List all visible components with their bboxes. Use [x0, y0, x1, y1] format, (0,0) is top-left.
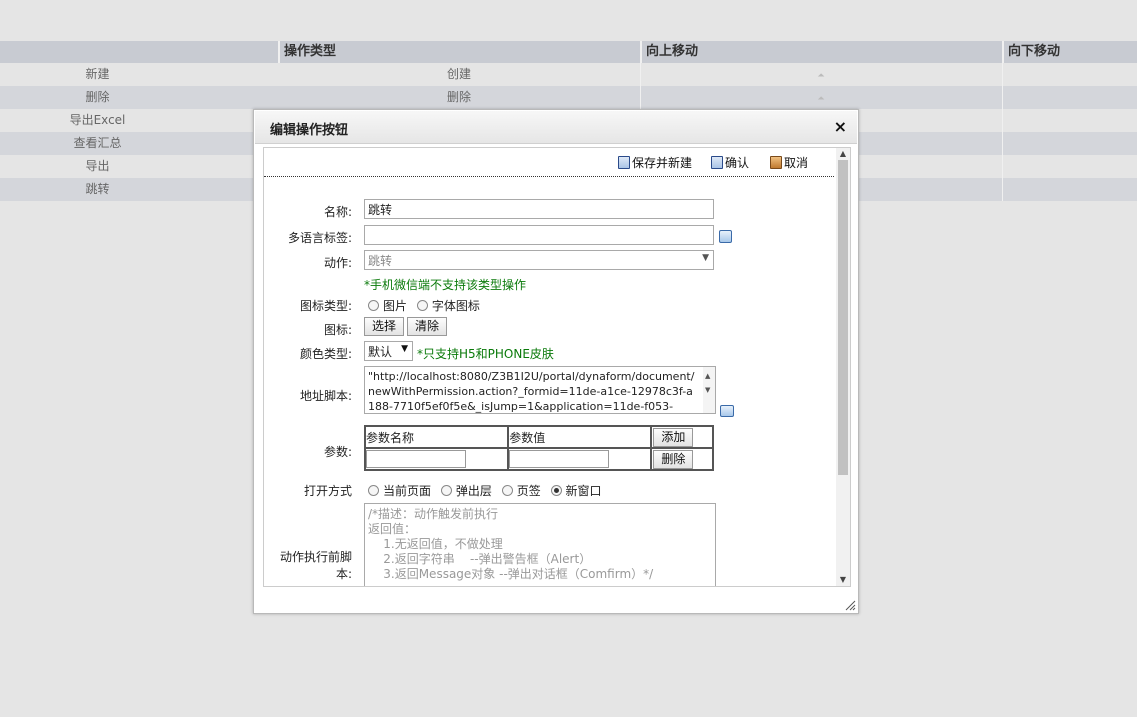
url-script-label: 地址脚本: [299, 389, 352, 403]
save-icon [618, 156, 630, 169]
textarea-scrollbar[interactable]: ▲ ▼ [703, 367, 715, 413]
header-move-up: 向上移动 [640, 41, 1002, 63]
open-current-radio[interactable] [368, 485, 379, 496]
row-type: 创建 [446, 67, 471, 81]
dialog-title: 编辑操作按钮 [270, 123, 349, 138]
code-editor-icon[interactable] [720, 405, 734, 417]
row-name: 查看汇总 [73, 136, 122, 150]
params-col-name: 参数名称 [363, 425, 510, 449]
save-and-new-button[interactable]: 保存并新建 [618, 154, 692, 172]
action-select[interactable]: 跳转 ▼ [364, 250, 714, 270]
chevron-down-icon: ▼ [702, 253, 709, 263]
scroll-up-icon[interactable]: ▲ [836, 148, 850, 160]
icon-type-font-radio[interactable] [416, 300, 428, 311]
close-icon[interactable]: × [834, 117, 847, 136]
params-col-value: 参数值 [507, 425, 653, 449]
edit-button-dialog: 编辑操作按钮 × 保存并新建 确认 取消 名称: 多语言标签: 动作: 跳转▼ … [253, 109, 859, 614]
open-tab-radio[interactable] [501, 485, 513, 496]
icon-label: 图标: [323, 323, 352, 337]
before-script-textarea[interactable]: /*描述：动作触发前执行 返回值： 1.无返回值，不做处理 2.返回字符串 --… [364, 503, 716, 586]
row-name: 新建 [85, 67, 110, 81]
open-mode-label: 打开方式 [303, 484, 352, 498]
before-script-label: 动作执行前脚本: [279, 550, 352, 581]
i18n-label: 多语言标签: [287, 231, 352, 245]
dialog-titlebar[interactable]: 编辑操作按钮 × [255, 111, 857, 144]
icon-select-button[interactable]: 选择 [364, 317, 404, 336]
save-icon [711, 156, 723, 169]
params-add-button[interactable]: 添加 [653, 427, 694, 447]
param-value-input[interactable] [509, 450, 610, 468]
resize-grip-icon[interactable] [844, 599, 856, 611]
cancel-button[interactable]: 取消 [770, 154, 808, 172]
color-note: *只支持H5和PHONE皮肤 [417, 347, 554, 361]
icon-type-image-radio[interactable] [368, 300, 379, 311]
dialog-content: 保存并新建 确认 取消 名称: 多语言标签: 动作: 跳转▼ *手机微信端不支持… [263, 147, 851, 587]
params-table: 参数名称 参数值 添加 删除 [363, 425, 714, 471]
name-label: 名称: [323, 205, 352, 219]
open-mode-radios: 当前页面 弹出层 页签 新窗口 [368, 482, 608, 499]
row-name: 导出Excel [69, 113, 126, 127]
params-delete-button[interactable]: 删除 [653, 449, 694, 469]
open-popup-radio[interactable] [440, 485, 452, 496]
header-operation-type: 操作类型 [278, 41, 640, 63]
multilang-picker-icon[interactable] [719, 230, 732, 243]
table-row[interactable]: 删除 删除 ⏶ [0, 86, 1137, 109]
color-type-select[interactable]: 默认 ▼ [364, 341, 413, 361]
icon-type-label: 图标类型: [299, 299, 352, 313]
row-name: 跳转 [85, 182, 110, 196]
exit-icon [770, 156, 782, 169]
scroll-down-icon[interactable]: ▼ [836, 574, 850, 586]
params-label: 参数: [323, 445, 352, 459]
url-script-textarea[interactable]: "http://localhost:8080/Z3B1I2U/portal/dy… [364, 366, 716, 414]
chevron-down-icon: ▼ [401, 344, 408, 354]
action-label: 动作: [323, 256, 352, 270]
icon-type-radios: 图片 字体图标 [368, 297, 486, 314]
move-up-icon[interactable]: ⏶ [640, 63, 1002, 86]
move-up-icon[interactable]: ⏶ [640, 86, 1002, 109]
row-name: 导出 [85, 159, 110, 173]
header-move-down: 向下移动 [1002, 41, 1137, 63]
param-name-input[interactable] [366, 450, 466, 468]
i18n-input[interactable] [364, 225, 714, 245]
table-header: 操作类型 向上移动 向下移动 [0, 41, 1137, 63]
name-input[interactable] [364, 199, 714, 219]
icon-clear-button[interactable]: 清除 [407, 317, 447, 336]
dialog-scrollbar[interactable]: ▲ ▼ [836, 148, 850, 586]
table-row[interactable]: 新建 创建 ⏶ [0, 63, 1137, 86]
scroll-thumb[interactable] [838, 160, 848, 475]
row-name: 删除 [85, 90, 110, 104]
action-note: *手机微信端不支持该类型操作 [364, 278, 527, 292]
dialog-toolbar: 保存并新建 确认 取消 [264, 148, 834, 177]
confirm-button[interactable]: 确认 [711, 154, 749, 172]
open-new-window-radio[interactable] [550, 485, 562, 496]
row-type: 删除 [446, 90, 471, 104]
color-type-label: 颜色类型: [299, 347, 352, 361]
